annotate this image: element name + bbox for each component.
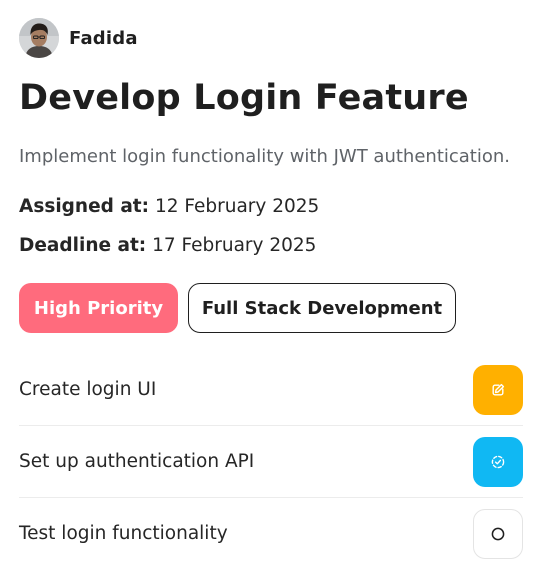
assigned-at-label: Assigned at: — [19, 196, 150, 217]
category-tag[interactable]: Full Stack Development — [188, 283, 456, 333]
deadline-at-label: Deadline at: — [19, 235, 147, 256]
task-title: Develop Login Feature — [19, 78, 469, 118]
circle-icon — [491, 527, 505, 540]
task-card: Fadida Develop Login Feature Implement l… — [0, 0, 541, 581]
deadline-at-value: 17 February 2025 — [152, 235, 317, 256]
tag-list: High Priority Full Stack Development — [19, 283, 456, 333]
assignee-name: Fadida — [69, 27, 138, 49]
subtask-status-button[interactable] — [473, 364, 523, 415]
pencil-icon — [492, 383, 505, 395]
subtask-row: Test login functionality — [19, 498, 523, 569]
subtask-label: Set up authentication API — [19, 451, 255, 472]
subtask-label: Create login UI — [19, 379, 157, 400]
priority-tag[interactable]: High Priority — [19, 283, 178, 333]
subtask-status-button[interactable] — [473, 436, 523, 487]
deadline-at: Deadline at: 17 February 2025 — [19, 235, 316, 256]
subtask-row: Create login UI — [19, 354, 523, 426]
subtask-label: Test login functionality — [19, 523, 228, 544]
assigned-at-value: 12 February 2025 — [154, 196, 320, 217]
subtask-status-button[interactable] — [473, 508, 523, 559]
assignee: Fadida — [19, 18, 138, 58]
assigned-at: Assigned at: 12 February 2025 — [19, 196, 319, 217]
avatar — [19, 18, 59, 58]
task-description: Implement login functionality with JWT a… — [19, 146, 511, 167]
subtask-row: Set up authentication API — [19, 426, 523, 498]
dashed-check-icon — [491, 455, 505, 468]
subtask-list: Create login UI Set up authentication AP… — [19, 354, 523, 569]
